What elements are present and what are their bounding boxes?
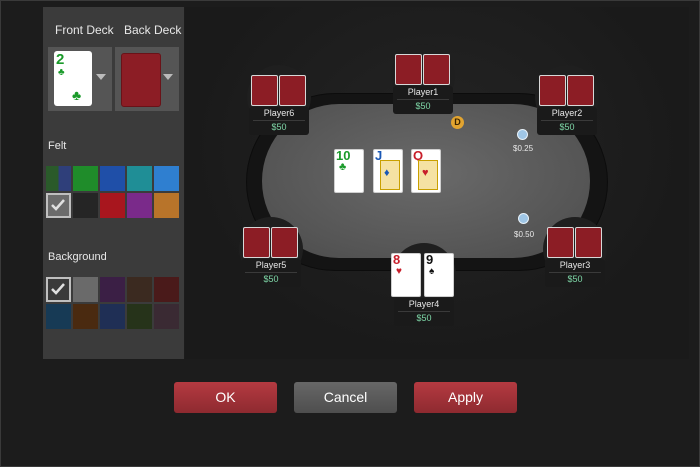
chip-icon [518, 213, 529, 224]
player-name: Player2 [551, 108, 583, 118]
cancel-button[interactable]: Cancel [294, 382, 397, 413]
hole-card: 8 ♥ [391, 252, 421, 297]
felt-swatch[interactable] [46, 166, 71, 191]
background-swatch[interactable] [46, 277, 71, 302]
bet-amount: $0.50 [514, 230, 535, 239]
player-nameplate: Player2 $50 [537, 107, 597, 135]
player-stack: $50 [415, 101, 431, 111]
nameplate-divider [549, 272, 601, 273]
player-stack: $50 [567, 274, 583, 284]
back-deck-label: Back Deck [124, 23, 182, 37]
hole-card-back [575, 227, 602, 258]
hole-card-back [547, 227, 574, 258]
player-name: Player3 [559, 260, 591, 270]
player-nameplate: Player4 $50 [394, 298, 454, 326]
felt-swatch[interactable] [46, 193, 71, 218]
hole-card-back [271, 227, 298, 258]
player-nameplate: Player5 $50 [241, 259, 301, 287]
background-swatch[interactable] [100, 277, 125, 302]
card-rank: 9 [426, 252, 434, 267]
community-card: J ♦ [373, 148, 403, 193]
front-deck-preview-card: 2 ♣ ♣ [54, 51, 92, 106]
back-deck-preview-card [121, 53, 161, 107]
player-stack: $50 [559, 122, 575, 132]
felt-swatch[interactable] [154, 193, 179, 218]
nameplate-divider [253, 120, 305, 121]
checkmark-icon [51, 283, 65, 295]
hole-card-back [539, 75, 566, 106]
player-name: Player4 [408, 299, 440, 309]
nameplate-divider [245, 272, 297, 273]
card-suit: ♥ [422, 167, 429, 179]
back-deck-select[interactable] [115, 47, 179, 111]
player-nameplate: Player1 $50 [393, 86, 453, 114]
background-swatch[interactable] [73, 304, 98, 329]
card-rank: 8 [393, 252, 401, 267]
chevron-down-icon [96, 74, 106, 80]
felt-swatch-grid [46, 166, 179, 218]
hole-card-back [243, 227, 270, 258]
background-swatch[interactable] [154, 304, 179, 329]
felt-swatch[interactable] [100, 193, 125, 218]
settings-panel: Front Deck Back Deck 2 ♣ ♣ Felt Backgrou… [43, 7, 184, 359]
hole-card-back [395, 54, 422, 85]
apply-button[interactable]: Apply [414, 382, 517, 413]
nameplate-divider [398, 311, 450, 312]
card-suit: ♦ [384, 167, 390, 179]
bet-amount: $0.25 [513, 144, 534, 153]
background-swatch[interactable] [154, 277, 179, 302]
player-stack: $50 [416, 313, 432, 323]
dealer-button-icon: D [451, 116, 464, 129]
community-card: 10 ♣ [334, 148, 364, 193]
background-swatch-grid [46, 277, 179, 329]
hole-card-back [279, 75, 306, 106]
chip-icon [517, 129, 528, 140]
felt-swatch[interactable] [73, 166, 98, 191]
community-card: Q ♥ [411, 148, 441, 193]
card-suit: ♣ [339, 161, 347, 173]
chevron-down-icon [163, 74, 173, 80]
felt-swatch[interactable] [127, 193, 152, 218]
front-deck-label: Front Deck [55, 23, 114, 37]
felt-swatch[interactable] [154, 166, 179, 191]
background-swatch[interactable] [73, 277, 98, 302]
player-stack: $50 [271, 122, 287, 132]
front-deck-preview-suit-large: ♣ [72, 87, 82, 103]
face-card-art [380, 160, 400, 190]
card-suit: ♠ [429, 266, 435, 277]
felt-swatch[interactable] [100, 166, 125, 191]
hole-card-back [567, 75, 594, 106]
hole-card-back [423, 54, 450, 85]
background-swatch[interactable] [100, 304, 125, 329]
felt-swatch[interactable] [127, 166, 152, 191]
ok-button[interactable]: OK [174, 382, 277, 413]
hole-card: 9 ♠ [424, 252, 454, 297]
background-label: Background [48, 251, 107, 263]
player-stack: $50 [263, 274, 279, 284]
background-swatch[interactable] [127, 304, 152, 329]
hole-card-back [251, 75, 278, 106]
felt-swatch[interactable] [73, 193, 98, 218]
checkmark-icon [51, 199, 65, 211]
player-name: Player1 [407, 87, 439, 97]
card-suit: ♥ [396, 266, 402, 277]
background-swatch[interactable] [127, 277, 152, 302]
front-deck-preview-suit: ♣ [58, 67, 65, 78]
player-nameplate: Player3 $50 [545, 259, 605, 287]
player-name: Player5 [255, 260, 287, 270]
nameplate-divider [541, 120, 593, 121]
background-swatch[interactable] [46, 304, 71, 329]
front-deck-preview-rank: 2 [56, 51, 65, 68]
player-nameplate: Player6 $50 [249, 107, 309, 135]
front-deck-select[interactable]: 2 ♣ ♣ [48, 47, 112, 111]
player-name: Player6 [263, 108, 295, 118]
felt-label: Felt [48, 140, 67, 152]
nameplate-divider [397, 99, 449, 100]
